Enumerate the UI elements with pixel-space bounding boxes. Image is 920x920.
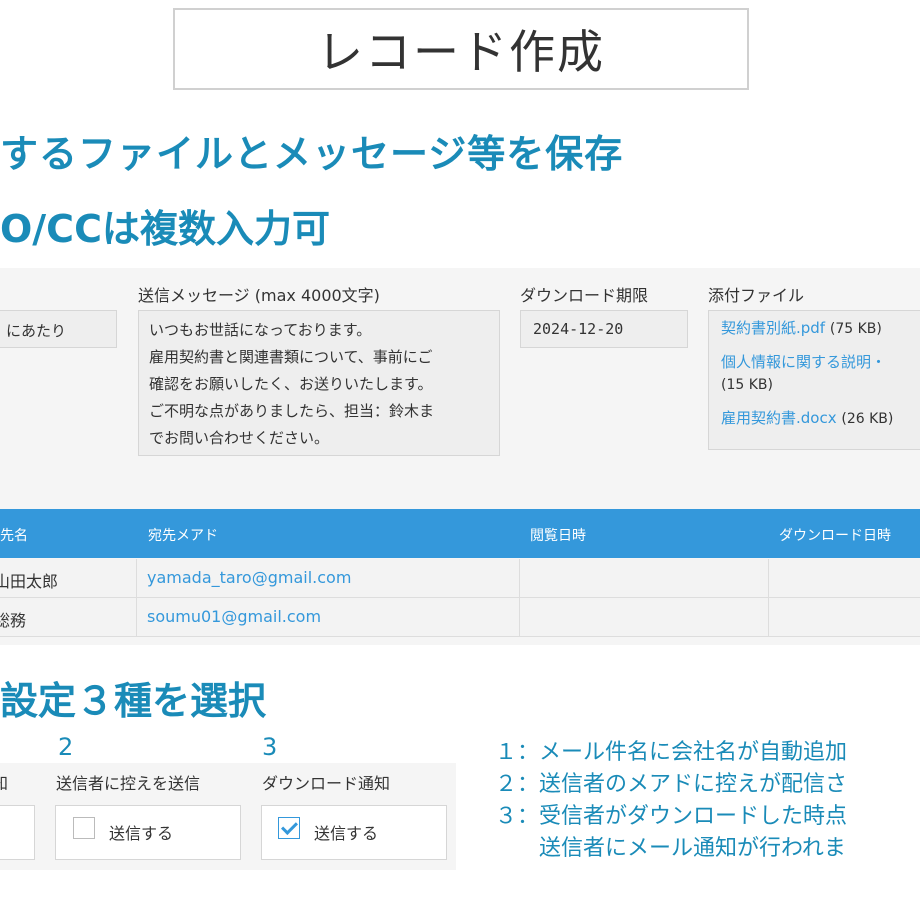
column-header-viewed: 閲覧日時 [530,528,586,544]
deadline-label: ダウンロード期限 [520,286,649,305]
copy-option-label: 送信する [109,824,174,843]
attachment-size: (26 KB) [841,411,894,427]
table-row: 総務 soumu01@gmail.com [0,598,920,637]
download-notify-option-label: 送信する [314,824,379,843]
downloaded-cell [769,559,920,597]
table-row: 山田太郎 yamada_taro@gmail.com [0,559,920,598]
attachment-item: 個人情報に関する説明・ (15 KB) [721,351,920,396]
column-header-name: 宛先名 [0,528,28,544]
message-line: いつもお世話になっております。 [149,321,372,339]
recipient-email-link[interactable]: soumu01@gmail.com [147,607,321,626]
page-title: レコード作成 [173,8,749,90]
subject-field[interactable]: にあたり [0,310,117,348]
viewed-cell [520,559,769,597]
recipient-email-cell: soumu01@gmail.com [137,598,520,636]
recipient-email-cell: yamada_taro@gmail.com [137,559,520,597]
setting-box-company[interactable] [0,805,35,860]
download-notify-checkbox[interactable] [278,817,300,839]
attachment-size: (75 KB) [829,321,882,337]
attachment-item: 契約書別紙.pdf (75 KB) [721,317,920,340]
setting-label-download-notify: ダウンロード通知 [262,774,391,793]
attachments-label: 添付ファイル [708,286,805,305]
recipient-email-link[interactable]: yamada_taro@gmail.com [147,568,351,587]
setting-number: 2 [58,733,74,761]
copy-checkbox[interactable] [73,817,95,839]
setting-number: 3 [262,733,278,761]
section-heading-cc: O/CCは複数入力可 [0,207,330,251]
attachment-link[interactable]: 契約書別紙.pdf [721,319,825,337]
setting-label-company: 知 [0,774,9,793]
recipient-name: 山田太郎 [0,559,137,597]
section-heading-files: するファイルとメッセージ等を保存 [0,132,624,176]
recipient-name: 総務 [0,598,137,636]
downloaded-cell [769,598,920,636]
attachment-item: 雇用契約書.docx (26 KB) [721,407,920,430]
message-line: 雇用契約書と関連書類について、事前にご [149,348,433,366]
column-header-email: 宛先メアド [148,528,218,544]
viewed-cell [520,598,769,636]
column-header-downloaded: ダウンロード日時 [779,528,891,544]
setting-label-copy: 送信者に控えを送信 [56,774,201,793]
attachment-link[interactable]: 個人情報に関する説明・ [721,353,886,371]
message-label: 送信メッセージ (max 4000文字) [138,286,380,305]
message-line: 確認をお願いしたく、お送りいたします。 [149,375,433,393]
note-line-2: ２：送信者のメアドに控えが配信さ [495,772,848,797]
recipient-table-header: 宛先名 宛先メアド 閲覧日時 ダウンロード日時 [0,509,920,558]
message-line: ご不明な点がありましたら、担当：鈴木ま [149,402,435,420]
message-line: でお問い合わせください。 [149,429,330,447]
note-line-1: １：メール件名に会社名が自動追加 [495,740,848,765]
attachment-link[interactable]: 雇用契約書.docx [721,409,837,427]
note-line-3: ３：受信者がダウンロードした時点 [495,804,848,829]
section-heading-settings: 設定３種を選択 [0,679,267,723]
attachment-list: 契約書別紙.pdf (75 KB) 個人情報に関する説明・ (15 KB) 雇用… [708,310,920,450]
attachment-size: (15 KB) [721,377,773,393]
note-line-4: 送信者にメール通知が行われま [495,836,846,861]
deadline-date-field[interactable]: 2024-12-20 [520,310,688,348]
message-textarea[interactable]: いつもお世話になっております。 雇用契約書と関連書類について、事前にご 確認をお… [138,310,500,456]
